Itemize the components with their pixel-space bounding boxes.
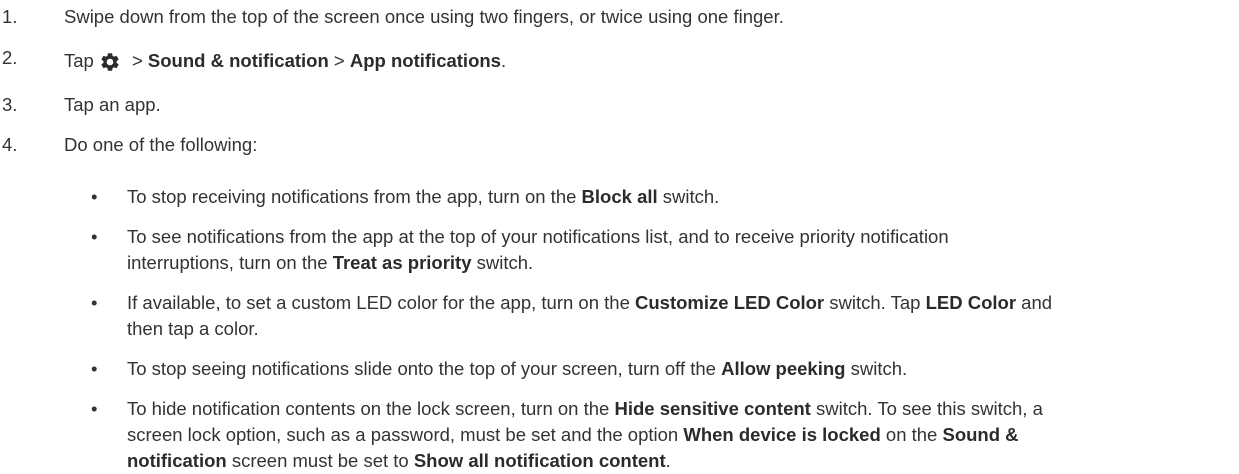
step-number: 2.: [2, 47, 18, 68]
separator: >: [126, 50, 148, 71]
setting-name: LED Color: [925, 292, 1017, 313]
setting-name: When device is locked: [683, 424, 881, 445]
bullet-text: To hide notification contents on the loc…: [127, 396, 1229, 474]
text-run: switch.: [845, 358, 908, 379]
text-run: switch. To see this switch, a: [810, 398, 1043, 419]
menu-path-sound-notification: Sound & notification: [147, 50, 329, 71]
setting-name: Allow peeking: [721, 358, 846, 379]
gear-icon: [99, 51, 121, 80]
text-run: switch.: [471, 252, 534, 273]
setting-name: Sound &: [942, 424, 1019, 445]
setting-name: Hide sensitive content: [614, 398, 811, 419]
setting-name: Block all: [581, 186, 658, 207]
bullet-text: If available, to set a custom LED color …: [127, 290, 1229, 342]
text-run: If available, to set a custom LED color …: [127, 292, 636, 313]
bullet-dot: •: [91, 186, 98, 207]
step-number: 3.: [2, 94, 18, 115]
text-run: screen lock option, such as a password, …: [127, 424, 684, 445]
step-text: Do one of the following:: [64, 134, 258, 155]
text-run: To stop seeing notifications slide onto …: [127, 358, 722, 379]
step-text: Swipe down from the top of the screen on…: [64, 6, 784, 27]
step-text: Tap > Sound & notification > App notific…: [64, 48, 1229, 80]
text-run: interruptions, turn on the: [127, 252, 333, 273]
bullet-text: To stop receiving notifications from the…: [127, 184, 1229, 210]
text-run: and: [1016, 292, 1053, 313]
text-run: on the: [880, 424, 943, 445]
menu-path-app-notifications: App notifications: [349, 50, 501, 71]
text-run: switch.: [657, 186, 720, 207]
text-run: To stop receiving notifications from the…: [127, 186, 582, 207]
text-run: then tap a color.: [127, 318, 259, 339]
setting-name: Customize LED Color: [635, 292, 825, 313]
bullet-text: To see notifications from the app at the…: [127, 224, 1229, 276]
period: .: [500, 50, 507, 71]
separator: >: [328, 50, 350, 71]
bullet-dot: •: [91, 292, 98, 313]
setting-name: Treat as priority: [332, 252, 472, 273]
bullet-dot: •: [91, 226, 98, 247]
text-run: To see notifications from the app at the…: [127, 226, 949, 247]
bullet-dot: •: [91, 358, 98, 379]
text-run: switch. Tap: [824, 292, 926, 313]
step-number: 4.: [2, 134, 18, 155]
bullet-text: To stop seeing notifications slide onto …: [127, 356, 1229, 382]
text-run: To hide notification contents on the loc…: [127, 398, 615, 419]
step-text-tap: Tap: [64, 50, 94, 71]
bullet-dot: •: [91, 398, 98, 419]
step-number: 1.: [2, 6, 18, 27]
step-text: Tap an app.: [64, 94, 161, 115]
